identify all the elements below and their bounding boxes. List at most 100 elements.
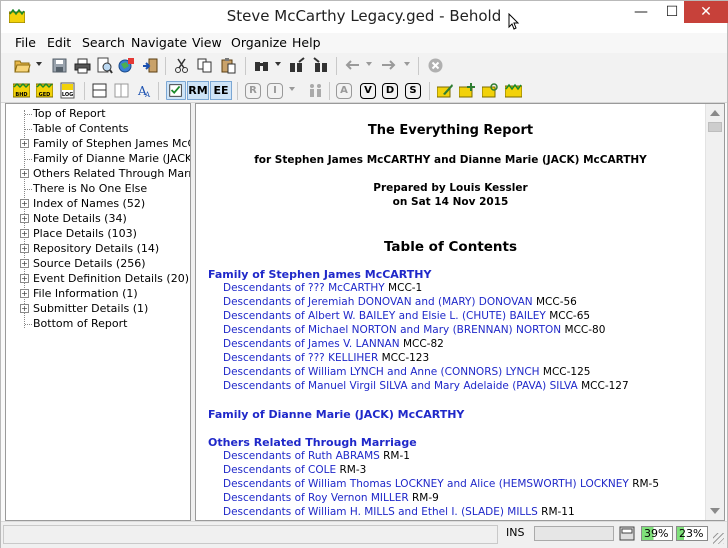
behold-file-icon[interactable]: BHD: [13, 82, 30, 99]
single-pane-icon[interactable]: [91, 82, 108, 99]
family-group-icon[interactable]: [307, 82, 324, 99]
toolbar-separator: [336, 57, 337, 75]
minimize-button[interactable]: —: [626, 1, 656, 23]
expand-plus-icon[interactable]: +: [20, 229, 29, 238]
find-binoculars-icon[interactable]: [253, 57, 270, 74]
toolbar-separator: [418, 57, 419, 75]
toc-entry-link[interactable]: Descendants of Manuel Virgil SILVA and M…: [223, 380, 578, 392]
menu-edit[interactable]: Edit: [47, 35, 71, 50]
edit-person-icon[interactable]: [437, 82, 454, 99]
toc-entry-code: MCC-82: [402, 338, 444, 350]
back-dropdown-icon[interactable]: [366, 62, 372, 66]
maximize-button[interactable]: ☐: [657, 1, 687, 23]
toc-entry-link[interactable]: Descendants of James V. LANNAN: [223, 338, 400, 350]
expand-plus-icon[interactable]: +: [20, 304, 29, 313]
v-box-button[interactable]: V: [360, 83, 376, 99]
gedcom-file-icon[interactable]: GED: [36, 82, 53, 99]
two-pane-icon[interactable]: [113, 82, 130, 99]
cpu-usage-gauge: 23%: [676, 526, 708, 541]
toc-entry-link[interactable]: Descendants of Jeremiah DONOVAN and (MAR…: [223, 296, 533, 308]
toc-entry-code: RM-5: [632, 478, 660, 490]
s-box-button[interactable]: S: [405, 83, 421, 99]
menu-help[interactable]: Help: [292, 35, 321, 50]
toc-entry-link[interactable]: Descendants of ??? KELLIHER: [223, 352, 378, 364]
toc-entry-link[interactable]: Descendants of William Thomas LOCKNEY an…: [223, 478, 629, 490]
toc-entry-link[interactable]: Descendants of William H. MILLS and Ethe…: [223, 506, 538, 518]
toc-entry-link[interactable]: Descendants of COLE: [223, 464, 336, 476]
disk-activity-icon: [619, 526, 635, 541]
menu-organize[interactable]: Organize: [231, 35, 287, 50]
ee-toggle-button[interactable]: EE: [210, 81, 232, 100]
back-arrow-icon[interactable]: [344, 57, 361, 74]
open-dropdown-icon[interactable]: [36, 62, 42, 66]
menu-navigate[interactable]: Navigate: [131, 35, 187, 50]
find-previous-icon[interactable]: [312, 57, 329, 74]
toc-entry-link[interactable]: Descendants of Albert W. BAILEY and Elsi…: [223, 310, 546, 322]
scroll-down-arrow-icon[interactable]: [710, 508, 720, 514]
expand-plus-icon[interactable]: +: [20, 274, 29, 283]
copy-icon[interactable]: [196, 57, 213, 74]
title-bar[interactable]: Steve McCarthy Legacy.ged - Behold — ☐ ✕: [1, 1, 728, 33]
report-outline-tree[interactable]: Top of Report Table of Contents + Family of…: [5, 103, 191, 521]
scroll-up-arrow-icon[interactable]: [710, 110, 720, 116]
log-file-icon[interactable]: LOG: [59, 82, 76, 99]
stop-icon[interactable]: [427, 57, 444, 74]
menu-file[interactable]: File: [15, 35, 36, 50]
vertical-scrollbar[interactable]: [705, 104, 724, 520]
menu-view[interactable]: View: [192, 35, 222, 50]
menu-search[interactable]: Search: [82, 35, 125, 50]
expand-plus-icon[interactable]: +: [20, 289, 29, 298]
i-dropdown-icon[interactable]: [289, 87, 295, 91]
toc-entry-link[interactable]: Descendants of Ruth ABRAMS: [223, 450, 380, 462]
r-box-button[interactable]: R: [245, 83, 261, 99]
forward-arrow-icon[interactable]: [380, 57, 397, 74]
a-box-button[interactable]: A: [336, 83, 352, 99]
toc-entry-link[interactable]: Descendants of ??? McCARTHY: [223, 282, 385, 294]
toc-entry-code: MCC-1: [388, 282, 423, 294]
font-icon[interactable]: AA: [135, 82, 152, 99]
close-button[interactable]: ✕: [684, 1, 728, 23]
exit-door-icon[interactable]: [142, 57, 159, 74]
find-dropdown-icon[interactable]: [275, 62, 281, 66]
print-icon[interactable]: [74, 57, 91, 74]
save-icon[interactable]: [51, 57, 68, 74]
web-browser-icon[interactable]: [118, 57, 135, 74]
expand-plus-icon[interactable]: +: [20, 169, 29, 178]
toc-entry-link[interactable]: Descendants of Michael NORTON and Mary (…: [223, 324, 561, 336]
checkmark-toggle-icon[interactable]: [166, 81, 186, 100]
print-preview-icon[interactable]: [96, 57, 113, 74]
report-prepared-by: Prepared by Louis Kessler: [373, 182, 528, 194]
resize-grip-icon[interactable]: [713, 533, 724, 544]
app-window: Steve McCarthy Legacy.ged - Behold — ☐ ✕…: [0, 0, 728, 548]
family-tree-icon[interactable]: [505, 82, 522, 99]
svg-text:LOG: LOG: [62, 92, 73, 98]
find-next-icon[interactable]: [289, 57, 306, 74]
cut-icon[interactable]: [173, 57, 190, 74]
forward-dropdown-icon[interactable]: [404, 62, 410, 66]
toc-heading: Table of Contents: [383, 239, 518, 255]
insert-mode-indicator: INS: [506, 526, 525, 539]
toc-section-link[interactable]: Family of Dianne Marie (JACK) McCARTHY: [208, 408, 464, 421]
report-view[interactable]: The Everything Report for Stephen James …: [195, 103, 725, 521]
status-bar: INS 39% 23%: [1, 521, 727, 548]
i-box-button[interactable]: I: [267, 83, 283, 99]
paste-icon[interactable]: [220, 57, 237, 74]
toc-entry-code: MCC-65: [549, 310, 591, 322]
tree-connector: [25, 114, 32, 115]
d-box-button[interactable]: D: [382, 83, 398, 99]
search-person-icon[interactable]: [482, 82, 499, 99]
expand-plus-icon[interactable]: +: [20, 214, 29, 223]
toc-entry-link[interactable]: Descendants of Roy Vernon MILLER: [223, 492, 409, 504]
toc-section-link[interactable]: Family of Stephen James McCARTHY: [208, 268, 431, 281]
open-folder-icon[interactable]: [14, 57, 31, 74]
expand-plus-icon[interactable]: +: [20, 199, 29, 208]
toc-section-link[interactable]: Others Related Through Marriage: [208, 436, 417, 449]
expand-plus-icon[interactable]: +: [20, 244, 29, 253]
expand-plus-icon[interactable]: +: [20, 259, 29, 268]
expand-plus-icon[interactable]: +: [20, 139, 29, 148]
toc-entry-link[interactable]: Descendants of William LYNCH and Anne (C…: [223, 366, 540, 378]
report-title: The Everything Report: [367, 123, 534, 138]
add-person-icon[interactable]: [459, 82, 476, 99]
scroll-thumb[interactable]: [708, 122, 722, 132]
rm-toggle-button[interactable]: RM: [187, 81, 209, 100]
